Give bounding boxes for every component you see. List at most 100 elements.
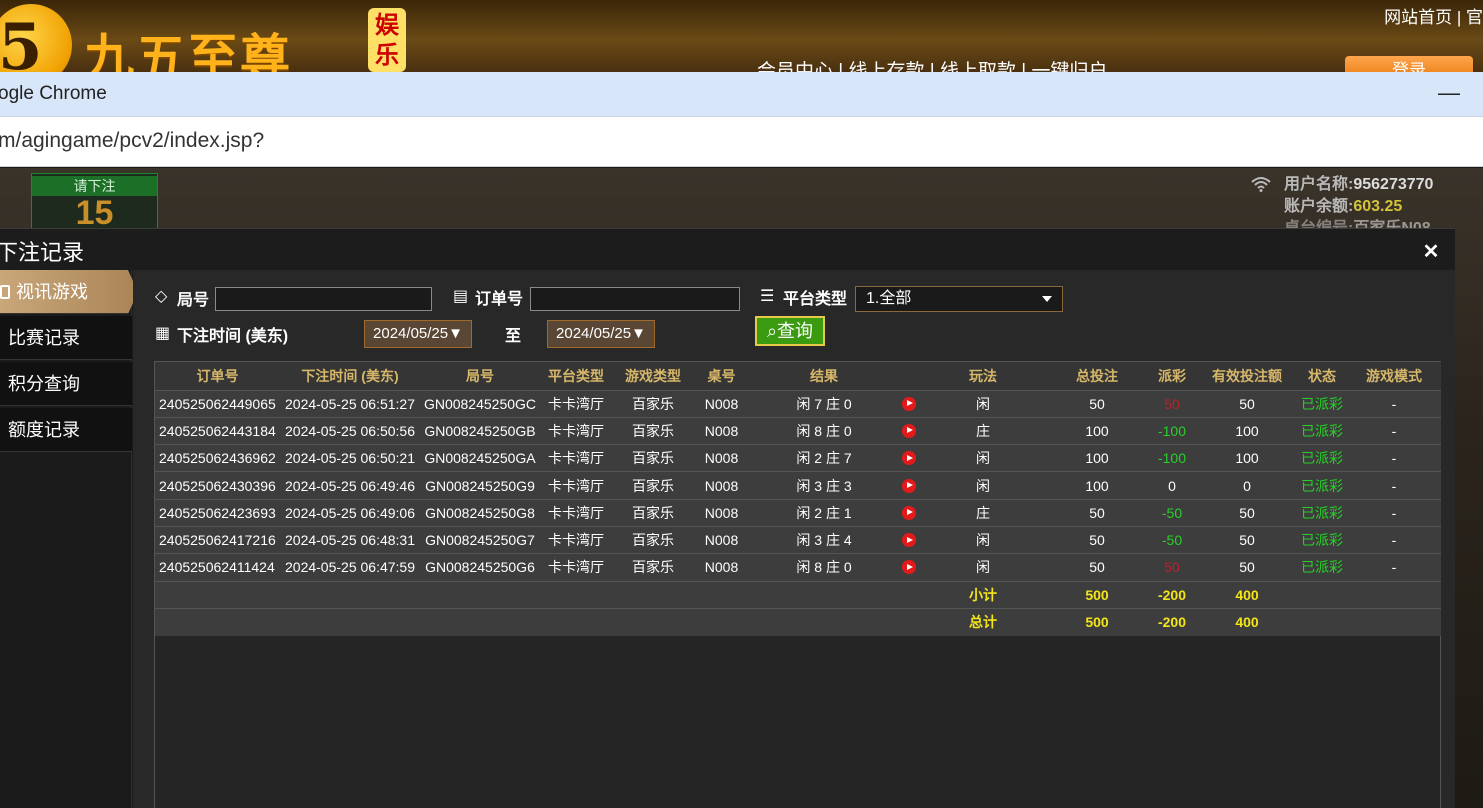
cell-time: 2024-05-25 06:51:27: [280, 389, 420, 418]
col-mode: 游戏模式: [1347, 362, 1441, 390]
cell-payout: -50: [1147, 498, 1197, 527]
cell-round: GN008245250GA: [420, 444, 540, 472]
dialog-sidebar: 视讯游戏 比赛记录 积分查询 额度记录: [0, 270, 138, 808]
table-header-row: 订单号 下注时间 (美东) 局号 平台类型 游戏类型 桌号 结果 玩法 总投注 …: [155, 362, 1441, 390]
play-icon[interactable]: [902, 560, 916, 575]
address-text[interactable]: m/agingame/pcv2/index.jsp?: [0, 129, 264, 153]
col-valid: 有效投注额: [1197, 362, 1297, 390]
cell-desk: N008: [694, 389, 749, 418]
play-icon[interactable]: [902, 533, 916, 548]
subtotal-label: 小计: [919, 580, 1047, 609]
cell-order: 240525062411424: [155, 553, 280, 582]
cell-status: 已派彩: [1297, 553, 1347, 582]
total-label: 总计: [919, 607, 1047, 636]
cell-replay[interactable]: [899, 416, 919, 445]
platform-select-value: 1.全部: [866, 290, 912, 307]
query-button[interactable]: ⌕查询: [755, 316, 825, 346]
cell-round: GN008245250G7: [420, 525, 540, 554]
cell-bet: 50: [1047, 525, 1147, 554]
cell-replay[interactable]: [899, 498, 919, 527]
cell-result: 闲 8 庄 0: [749, 553, 899, 582]
total-spacer: [155, 607, 919, 636]
date-from-picker[interactable]: 2024/05/25▼: [364, 320, 472, 348]
table-row: 240525062449065 2024-05-25 06:51:27 GN00…: [155, 389, 1441, 418]
play-icon[interactable]: [902, 505, 916, 520]
sidebar-item-live-games[interactable]: 视讯游戏: [0, 270, 138, 314]
cell-payout: -50: [1147, 525, 1197, 554]
cell-platform: 卡卡湾厅: [540, 471, 612, 500]
cell-time: 2024-05-25 06:48:31: [280, 525, 420, 554]
cell-valid: 50: [1197, 553, 1297, 582]
bet-time-label: 下注时间 (美东): [177, 328, 289, 345]
address-bar[interactable]: m/agingame/pcv2/index.jsp?: [0, 117, 1483, 167]
cell-replay[interactable]: [899, 553, 919, 582]
col-desk: 桌号: [694, 362, 749, 390]
cell-mode: -: [1347, 498, 1441, 527]
clipboard-icon: ▤: [453, 286, 469, 305]
cell-valid: 0: [1197, 471, 1297, 500]
sidebar-item-match-records[interactable]: 比赛记录: [0, 316, 132, 360]
order-input[interactable]: [530, 287, 740, 311]
top-links[interactable]: 网站首页 | 官: [1384, 3, 1483, 28]
subtotal-payout: -200: [1147, 580, 1197, 609]
cell-time: 2024-05-25 06:49:46: [280, 471, 420, 500]
cell-play: 闲: [919, 525, 1047, 554]
cell-replay[interactable]: [899, 389, 919, 418]
date-to-picker[interactable]: 2024/05/25▼: [547, 320, 655, 348]
table-row: 240525062417216 2024-05-25 06:48:31 GN00…: [155, 525, 1441, 554]
cell-game: 百家乐: [612, 553, 694, 582]
cell-result: 闲 3 庄 4: [749, 525, 899, 554]
cell-desk: N008: [694, 498, 749, 527]
play-icon[interactable]: [902, 423, 916, 438]
cell-bet: 50: [1047, 389, 1147, 418]
play-icon[interactable]: [902, 396, 916, 411]
cell-replay[interactable]: [899, 471, 919, 500]
cell-status: 已派彩: [1297, 498, 1347, 527]
cell-replay[interactable]: [899, 444, 919, 472]
cell-bet: 100: [1047, 471, 1147, 500]
to-label: 至: [505, 328, 522, 345]
cell-desk: N008: [694, 553, 749, 582]
play-icon[interactable]: [902, 451, 916, 466]
user-info-panel: 用户名称:956273770 账户余额:603.25 桌台编号:百家乐N08: [1246, 168, 1483, 237]
platform-label: 平台类型: [783, 291, 848, 308]
browser-title-bar: ogle Chrome —: [0, 72, 1483, 117]
cell-platform: 卡卡湾厅: [540, 553, 612, 582]
timer-label: 请下注: [32, 176, 157, 196]
table-row: 240525062436962 2024-05-25 06:50:21 GN00…: [155, 444, 1441, 472]
username-label: 用户名称:: [1284, 176, 1354, 193]
platform-select[interactable]: 1.全部: [855, 286, 1063, 312]
col-bet: 总投注: [1047, 362, 1147, 390]
minimize-button[interactable]: —: [1437, 78, 1461, 108]
sidebar-item-points-query[interactable]: 积分查询: [0, 362, 132, 406]
cell-status: 已派彩: [1297, 416, 1347, 445]
subtotal-spacer: [155, 580, 919, 609]
cell-result: 闲 3 庄 3: [749, 471, 899, 500]
sidebar-item-label: 视讯游戏: [16, 282, 88, 302]
cell-bet: 100: [1047, 416, 1147, 445]
bet-timer: 请下注 15: [31, 173, 158, 233]
cell-game: 百家乐: [612, 498, 694, 527]
sidebar-item-label: 额度记录: [8, 420, 80, 440]
subtotal-end: [1297, 580, 1441, 609]
round-input[interactable]: [215, 287, 432, 311]
cell-order: 240525062436962: [155, 444, 280, 472]
cell-desk: N008: [694, 444, 749, 472]
cell-payout: 50: [1147, 553, 1197, 582]
total-bet: 500: [1047, 607, 1147, 636]
cell-desk: N008: [694, 471, 749, 500]
cell-replay[interactable]: [899, 525, 919, 554]
cell-game: 百家乐: [612, 471, 694, 500]
balance-label: 账户余额:: [1284, 198, 1354, 215]
col-payout: 派彩: [1147, 362, 1197, 390]
col-time: 下注时间 (美东): [280, 362, 420, 390]
table-row: 240525062443184 2024-05-25 06:50:56 GN00…: [155, 416, 1441, 445]
sidebar-item-credit-records[interactable]: 额度记录: [0, 408, 132, 452]
play-icon[interactable]: [902, 478, 916, 493]
subtotal-bet: 500: [1047, 580, 1147, 609]
cell-platform: 卡卡湾厅: [540, 498, 612, 527]
cell-order: 240525062449065: [155, 389, 280, 418]
close-icon[interactable]: ✕: [1418, 239, 1444, 265]
cell-round: GN008245250G8: [420, 498, 540, 527]
cell-payout: -100: [1147, 416, 1197, 445]
